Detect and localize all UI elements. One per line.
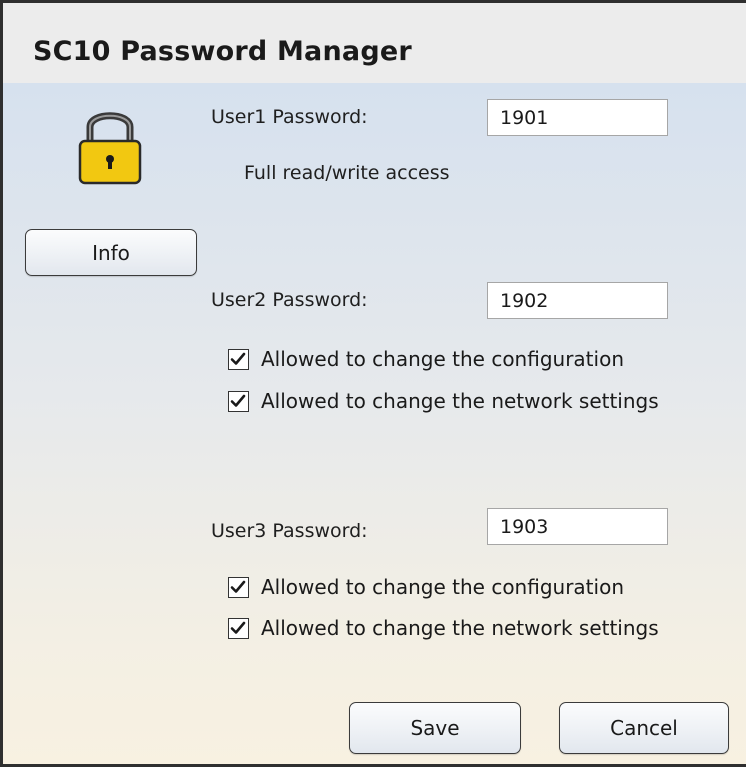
padlock-icon	[76, 103, 144, 185]
info-button[interactable]: Info	[25, 229, 197, 276]
user3-network-checkbox[interactable]	[228, 617, 249, 639]
checkmark-icon	[230, 580, 246, 593]
user2-config-label: Allowed to change the configuration	[261, 347, 624, 371]
user3-network-label: Allowed to change the network settings	[261, 616, 659, 640]
cancel-button-label: Cancel	[610, 716, 678, 740]
user3-password-label: User3 Password:	[211, 520, 368, 542]
window-title: SC10 Password Manager	[33, 36, 412, 67]
user2-password-field[interactable]: 1902	[487, 282, 668, 319]
checkmark-icon	[230, 352, 246, 365]
user1-password-label: User1 Password:	[211, 106, 368, 128]
title-bar: SC10 Password Manager	[3, 3, 746, 83]
content-panel: Info User1 Password: 1901 Full read/writ…	[3, 83, 746, 764]
user3-config-label: Allowed to change the configuration	[261, 575, 624, 599]
password-manager-window: SC10 Password Manager Info User1 Passwor…	[0, 0, 746, 767]
user1-access-text: Full read/write access	[244, 162, 450, 184]
user2-network-checkbox[interactable]	[228, 390, 249, 412]
info-button-label: Info	[92, 240, 130, 265]
save-button-label: Save	[410, 716, 460, 740]
user1-password-field[interactable]: 1901	[487, 99, 668, 136]
checkmark-icon	[230, 394, 246, 407]
user3-network-option[interactable]: Allowed to change the network settings	[228, 616, 659, 640]
cancel-button[interactable]: Cancel	[559, 702, 729, 754]
user2-network-option[interactable]: Allowed to change the network settings	[228, 389, 659, 413]
save-button[interactable]: Save	[349, 702, 521, 754]
user2-network-label: Allowed to change the network settings	[261, 389, 659, 413]
user3-config-option[interactable]: Allowed to change the configuration	[228, 575, 624, 599]
user2-config-option[interactable]: Allowed to change the configuration	[228, 347, 624, 371]
checkmark-icon	[230, 621, 246, 634]
user2-config-checkbox[interactable]	[228, 348, 249, 370]
user3-password-field[interactable]: 1903	[487, 508, 668, 545]
user3-config-checkbox[interactable]	[228, 576, 249, 598]
user2-password-label: User2 Password:	[211, 289, 368, 311]
